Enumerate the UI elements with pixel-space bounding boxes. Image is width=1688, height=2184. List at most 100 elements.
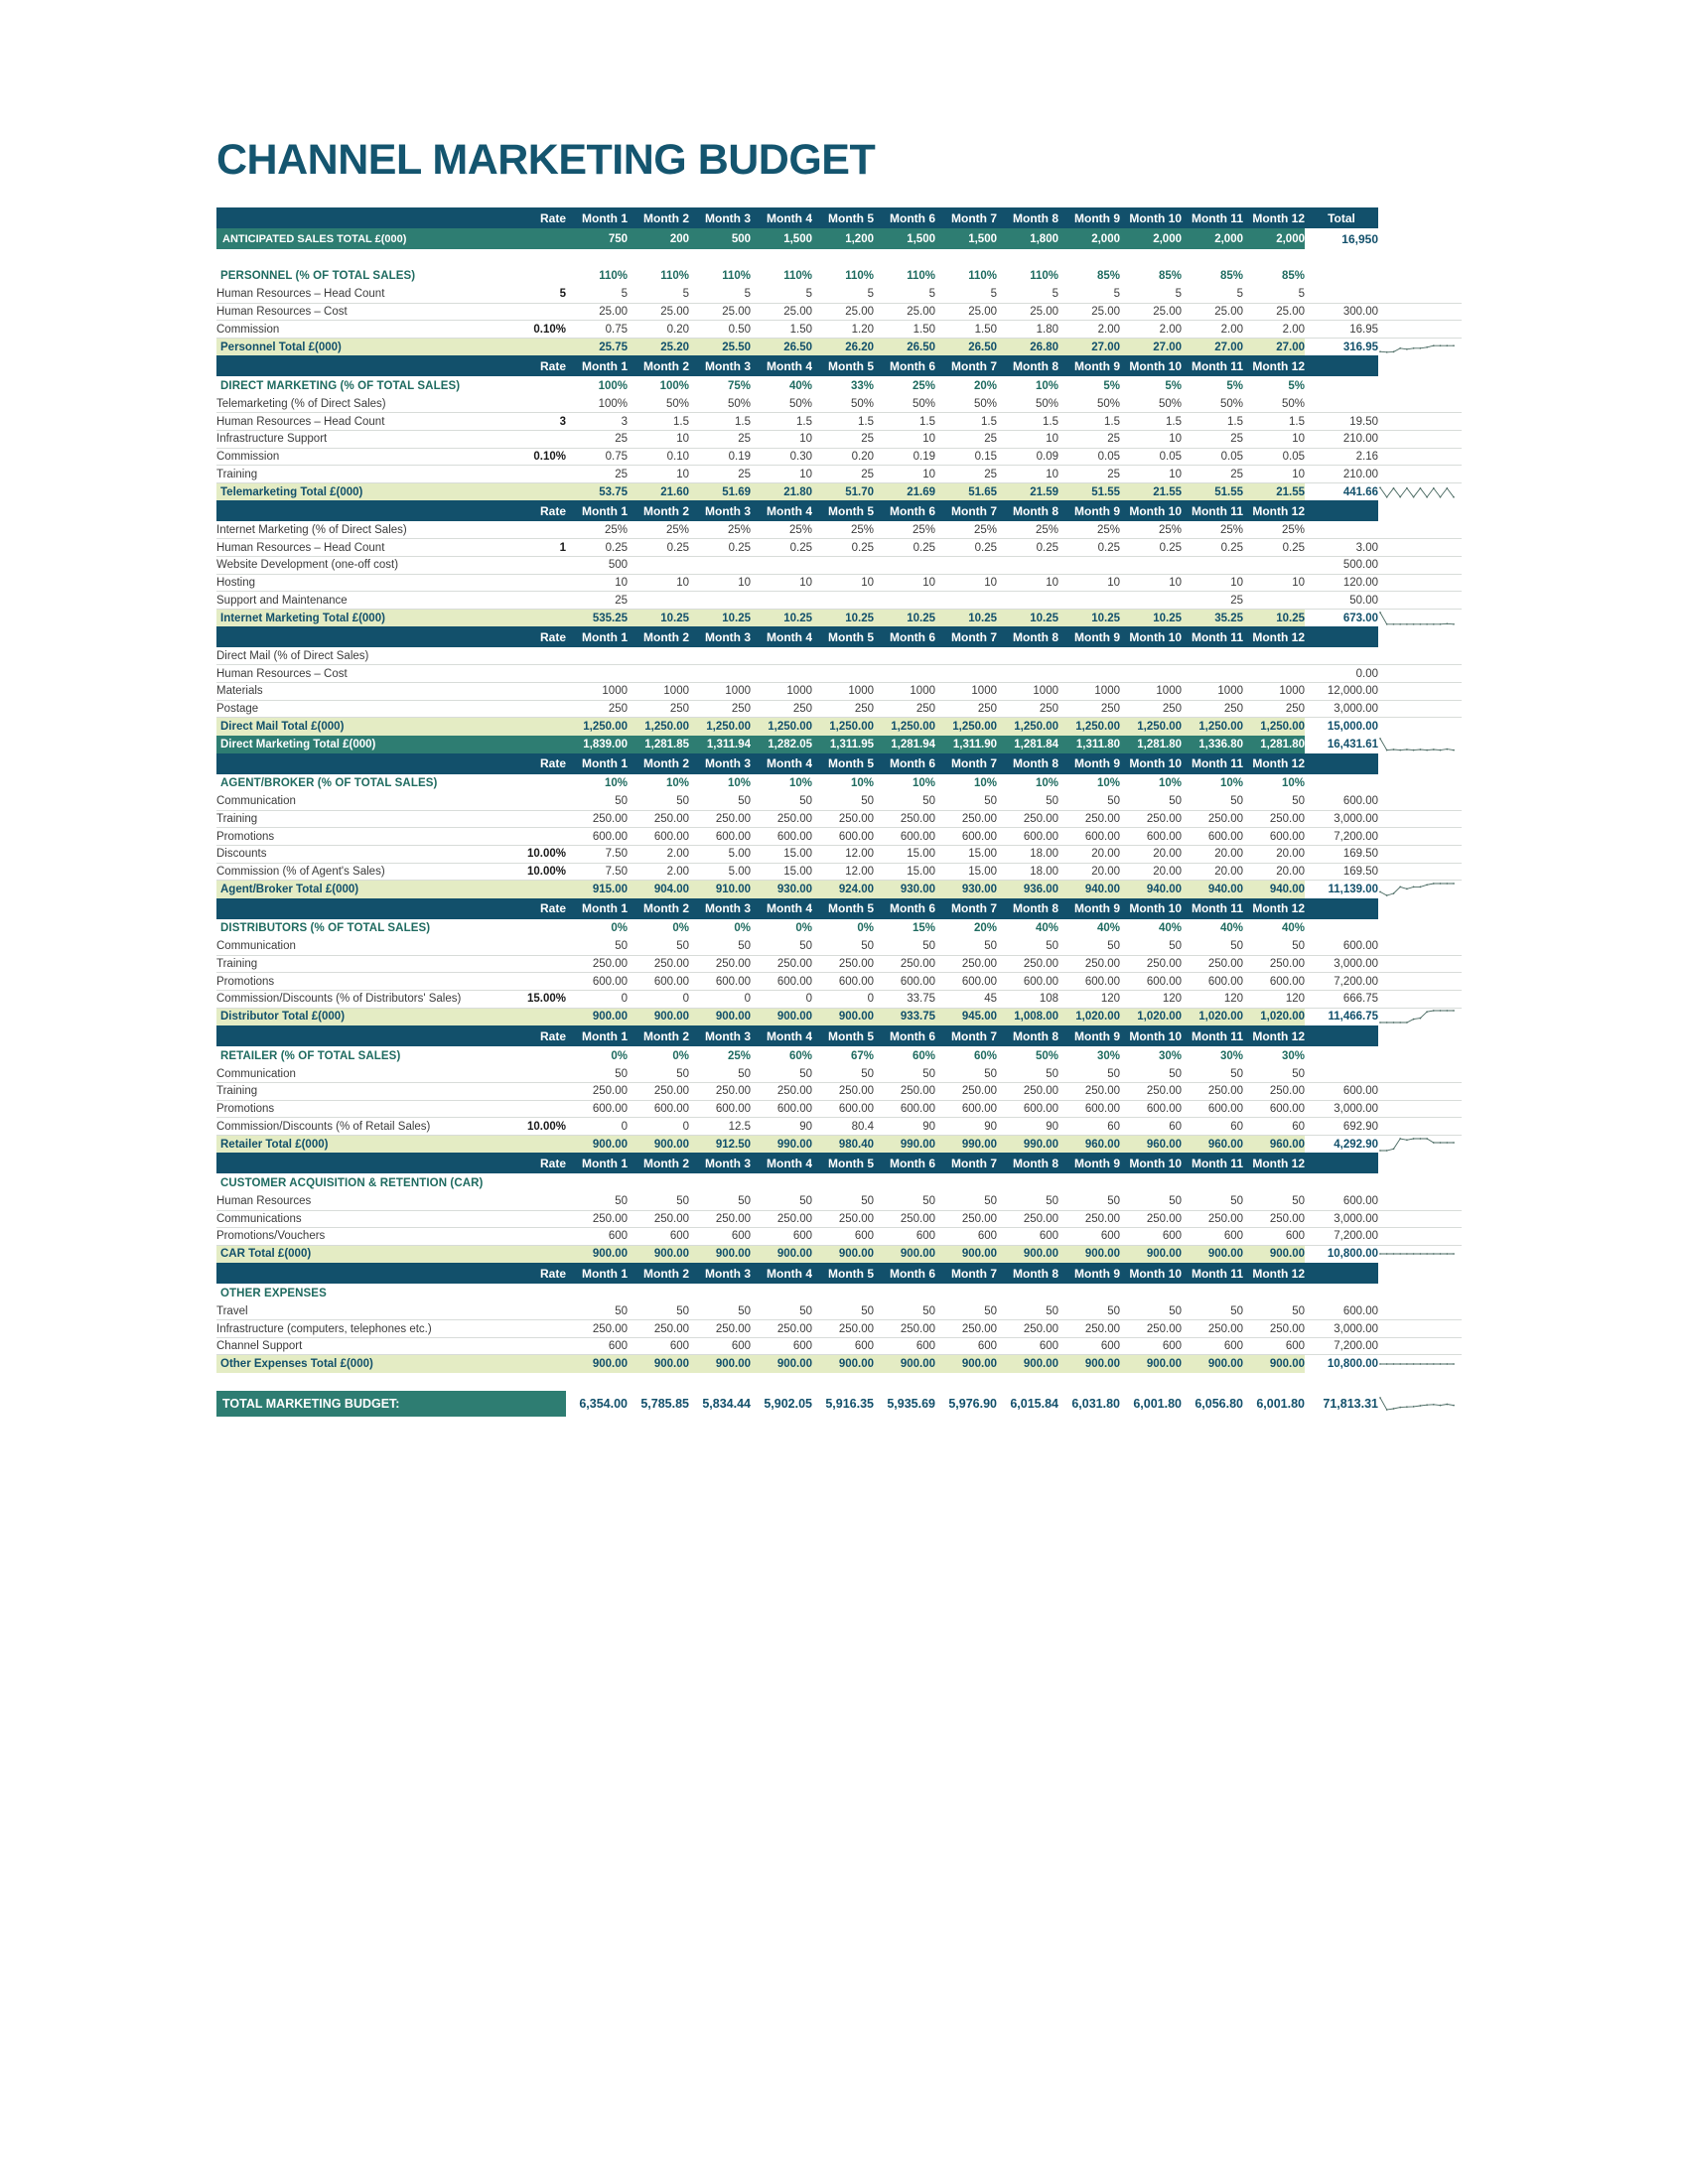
header-month-1: Month 1	[566, 626, 628, 648]
header-month-12: Month 12	[1243, 1153, 1305, 1174]
row-value-m12: 10	[1243, 465, 1305, 483]
row-value-m2: 2.00	[628, 863, 689, 882]
table-row: Commission/Discounts (% of Retail Sales)…	[216, 1117, 1462, 1136]
row-rate: 1	[506, 538, 566, 558]
header-rate: Rate	[506, 1025, 566, 1047]
row-value-m1: 10	[566, 574, 628, 593]
row-value-m2: 50	[628, 937, 689, 956]
header-month-11: Month 11	[1182, 626, 1243, 648]
row-value-m2: 25.00	[628, 303, 689, 322]
row-total: 19.50	[1305, 412, 1378, 432]
section-pct-car-m4	[751, 1173, 812, 1192]
header-month-1: Month 1	[566, 1153, 628, 1174]
header-month-4: Month 4	[751, 897, 812, 919]
subtotal-m4: 900.00	[751, 1245, 812, 1264]
header-month-10: Month 10	[1120, 1025, 1182, 1047]
budget-table: Rate Month 1 Month 2 Month 3 Month 4 Month 5M…	[216, 207, 1462, 1417]
row-value-m8	[997, 647, 1058, 666]
subtotal-m6: 1,250.00	[874, 717, 935, 736]
row-value-m3: 25	[689, 430, 751, 449]
anticipated-sales-rate	[506, 228, 566, 249]
section-pct-direct-marketing-m2: 100%	[659, 379, 689, 392]
row-value-m3: 25%	[689, 521, 751, 540]
row-value-m10: 25.00	[1120, 303, 1182, 322]
sparkline-cell	[1378, 482, 1462, 501]
table-row: Training 250.00 250.00 250.00 250.00 250.00 25…	[216, 1082, 1462, 1101]
section-pct-personnel-m1: 110%	[599, 270, 628, 283]
subtotal-m7: 900.00	[935, 1245, 997, 1264]
table-row: Direct Mail (% of Direct Sales)	[216, 647, 1462, 666]
table-row: Communication 50 50 50 50 50 50 50 50 50 50 50 50	[216, 1065, 1462, 1084]
subtotal-total: 15,000.00	[1305, 717, 1378, 736]
row-total: 600.00	[1305, 792, 1378, 811]
row-value-m5: 50%	[812, 395, 874, 414]
subtotal-m4: 900.00	[751, 1354, 812, 1373]
row-rate	[506, 972, 566, 991]
row-value-m10: 2.00	[1120, 320, 1182, 339]
row-value-m11: 50%	[1182, 395, 1243, 414]
row-value-m1: 25	[566, 591, 628, 610]
row-rate	[506, 1319, 566, 1338]
header-month-1: Month 1	[566, 500, 628, 522]
subtotal-m9: 900.00	[1058, 1354, 1120, 1373]
section-pct-distributors-m9: 40%	[1096, 922, 1120, 935]
row-value-m8: 10	[997, 574, 1058, 593]
table-row: Training 250.00 250.00 250.00 250.00 250.00 25…	[216, 955, 1462, 974]
row-value-m11: 600.00	[1182, 827, 1243, 846]
anticipated-sales-m10: 2,000	[1120, 228, 1182, 249]
row-value-m6: 250.00	[874, 1319, 935, 1338]
row-total	[1305, 1065, 1378, 1084]
header-rate: Rate	[506, 1153, 566, 1174]
row-value-m7: 250.00	[935, 1210, 997, 1229]
header-month-4: Month 4	[751, 207, 812, 228]
table-row: Materials 1000 1000 1000 1000 1000 1000 1000 100…	[216, 682, 1462, 701]
section-pct-distributors-m2: 0%	[672, 922, 689, 935]
table-row: Promotions 600.00 600.00 600.00 600.00 600.00…	[216, 972, 1462, 991]
row-value-m7: 1.5	[935, 412, 997, 432]
row-value-m2	[628, 591, 689, 610]
header-blank	[216, 1153, 506, 1174]
header-month-11: Month 11	[1182, 897, 1243, 919]
row-total: 300.00	[1305, 303, 1378, 322]
row-value-m1: 25%	[566, 521, 628, 540]
row-total: 600.00	[1305, 1302, 1378, 1321]
row-value-m5	[812, 556, 874, 575]
row-total: 169.50	[1305, 863, 1378, 882]
row-value-m7: 25%	[935, 521, 997, 540]
row-value-m4: 5	[751, 285, 812, 304]
table-row: Communication 50 50 50 50 50 50 50 50 50 50 50 50 600…	[216, 937, 1462, 956]
subtotal-m1: 900.00	[566, 1135, 628, 1154]
subtotal-m5: 51.70	[812, 482, 874, 501]
table-row: Internet Marketing (% of Direct Sales) 25…	[216, 521, 1462, 540]
row-value-m1: 250.00	[566, 955, 628, 974]
subtotal-m12: 1,250.00	[1243, 717, 1305, 736]
header-month-8: Month 8	[997, 355, 1058, 377]
row-value-m9: 60	[1058, 1117, 1120, 1136]
row-value-m8: 250	[997, 700, 1058, 719]
row-value-m6	[874, 556, 935, 575]
sparkline-cell	[1378, 647, 1462, 666]
row-value-m5: 600.00	[812, 1100, 874, 1119]
row-value-m1: 50	[566, 1192, 628, 1211]
row-value-m5: 250.00	[812, 1082, 874, 1101]
row-value-m6: 25.00	[874, 303, 935, 322]
header-rate: Rate	[506, 500, 566, 522]
row-value-m8: 0.25	[997, 538, 1058, 558]
section-pct-other-expenses-m2	[628, 1284, 689, 1302]
row-value-m6: 5	[874, 285, 935, 304]
group-total-m5: 1,311.95	[812, 735, 874, 753]
subtotal-m11: 1,250.00	[1182, 717, 1243, 736]
row-value-m6: 0.19	[874, 448, 935, 467]
row-value-m9: 50	[1058, 937, 1120, 956]
header-total-blank	[1305, 1263, 1378, 1285]
header-month-5: Month 5	[812, 500, 874, 522]
row-value-m7: 50	[935, 1302, 997, 1321]
row-value-m11: 50	[1182, 937, 1243, 956]
sparkline-cell	[1378, 897, 1462, 919]
subtotal-m2: 1,250.00	[628, 717, 689, 736]
header-month-7: Month 7	[935, 1153, 997, 1174]
row-value-m8: 90	[997, 1117, 1058, 1136]
subtotal-row-distributors: Distributor Total £(000) 900.00 900.00 900.…	[216, 1008, 1462, 1026]
subtotal-m8: 21.59	[997, 482, 1058, 501]
row-value-m11: 25.00	[1182, 303, 1243, 322]
